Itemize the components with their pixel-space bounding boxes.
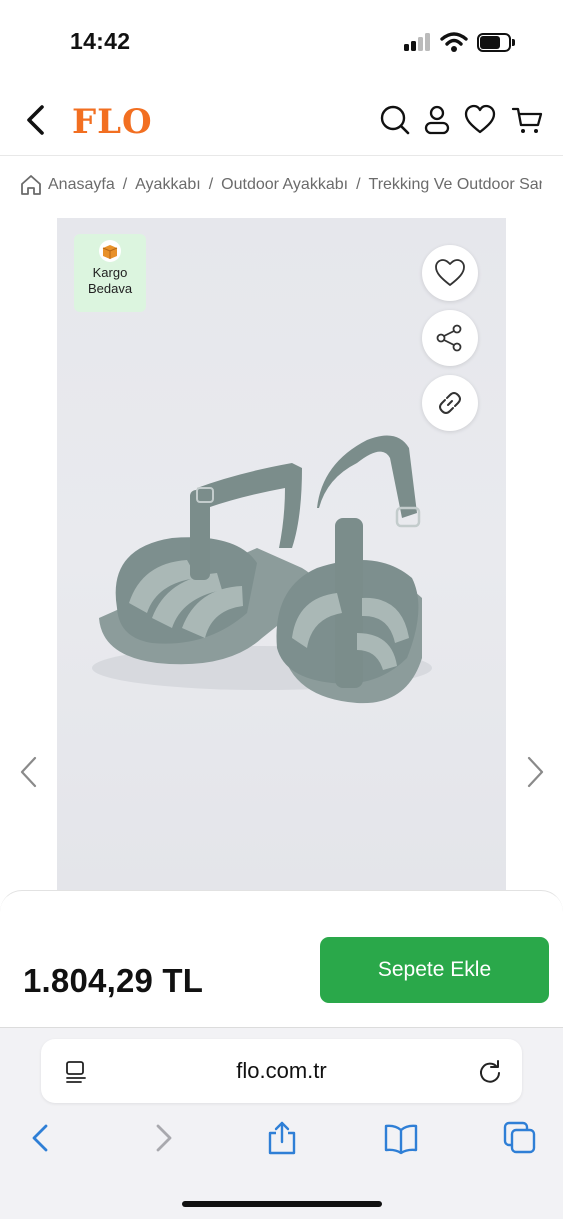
user-icon[interactable] bbox=[421, 104, 453, 136]
browser-toolbar: flo.com.tr bbox=[0, 1028, 563, 1219]
reload-icon[interactable] bbox=[477, 1059, 503, 1085]
heart-icon[interactable] bbox=[464, 104, 496, 136]
product-gallery bbox=[0, 218, 563, 890]
address-bar[interactable]: flo.com.tr bbox=[41, 1039, 522, 1103]
header-divider bbox=[0, 155, 563, 156]
status-time: 14:42 bbox=[70, 28, 131, 54]
breadcrumb-separator: / bbox=[356, 176, 361, 193]
browser-back-icon[interactable] bbox=[24, 1120, 60, 1156]
url-text: flo.com.tr bbox=[236, 1058, 327, 1083]
wifi-icon bbox=[440, 32, 468, 52]
purchase-sheet-handle bbox=[0, 890, 563, 920]
breadcrumb-separator: / bbox=[208, 176, 214, 193]
breadcrumb: Anasayfa / Ayakkabı / Outdoor Ayakkabı /… bbox=[20, 172, 542, 198]
package-icon bbox=[99, 240, 121, 262]
next-image-icon[interactable] bbox=[524, 754, 546, 790]
free-shipping-badge: Kargo Bedava bbox=[74, 234, 146, 312]
home-indicator[interactable] bbox=[182, 1201, 382, 1207]
home-icon[interactable] bbox=[20, 174, 42, 196]
tabs-icon[interactable] bbox=[502, 1120, 538, 1156]
cart-icon[interactable] bbox=[511, 104, 543, 136]
flo-logo[interactable]: FLO bbox=[72, 102, 153, 142]
status-bar: 14:42 bbox=[0, 0, 563, 80]
browser-forward-icon[interactable] bbox=[146, 1120, 182, 1156]
cellular-signal-icon bbox=[404, 33, 432, 51]
badge-line-2: Bedava bbox=[87, 281, 133, 296]
previous-image-icon[interactable] bbox=[18, 754, 40, 790]
browser-share-icon[interactable] bbox=[264, 1120, 300, 1156]
favorite-button[interactable] bbox=[422, 245, 478, 301]
share-icon bbox=[436, 324, 462, 352]
heart-icon bbox=[435, 259, 465, 286]
copy-link-button[interactable] bbox=[422, 375, 478, 431]
share-button[interactable] bbox=[422, 310, 478, 366]
battery-icon bbox=[477, 33, 515, 52]
product-price: 1.804,29 TL bbox=[23, 962, 204, 999]
breadcrumb-item-home[interactable]: Anasayfa bbox=[48, 176, 115, 194]
breadcrumb-item-outdoor-shoes[interactable]: Outdoor Ayakkabı bbox=[221, 176, 348, 194]
back-icon[interactable] bbox=[22, 102, 52, 138]
link-icon bbox=[439, 392, 461, 414]
breadcrumb-item-shoes[interactable]: Ayakkabı bbox=[135, 176, 201, 194]
add-to-cart-button[interactable]: Sepete Ekle bbox=[320, 937, 549, 1003]
site-header: FLO bbox=[0, 88, 563, 154]
bookmarks-icon[interactable] bbox=[383, 1120, 419, 1156]
search-icon[interactable] bbox=[379, 104, 411, 136]
breadcrumb-separator: / bbox=[122, 176, 128, 193]
badge-line-1: Kargo bbox=[92, 265, 128, 280]
breadcrumb-item-trekking-sandals[interactable]: Trekking Ve Outdoor Sandalet bbox=[369, 176, 542, 194]
